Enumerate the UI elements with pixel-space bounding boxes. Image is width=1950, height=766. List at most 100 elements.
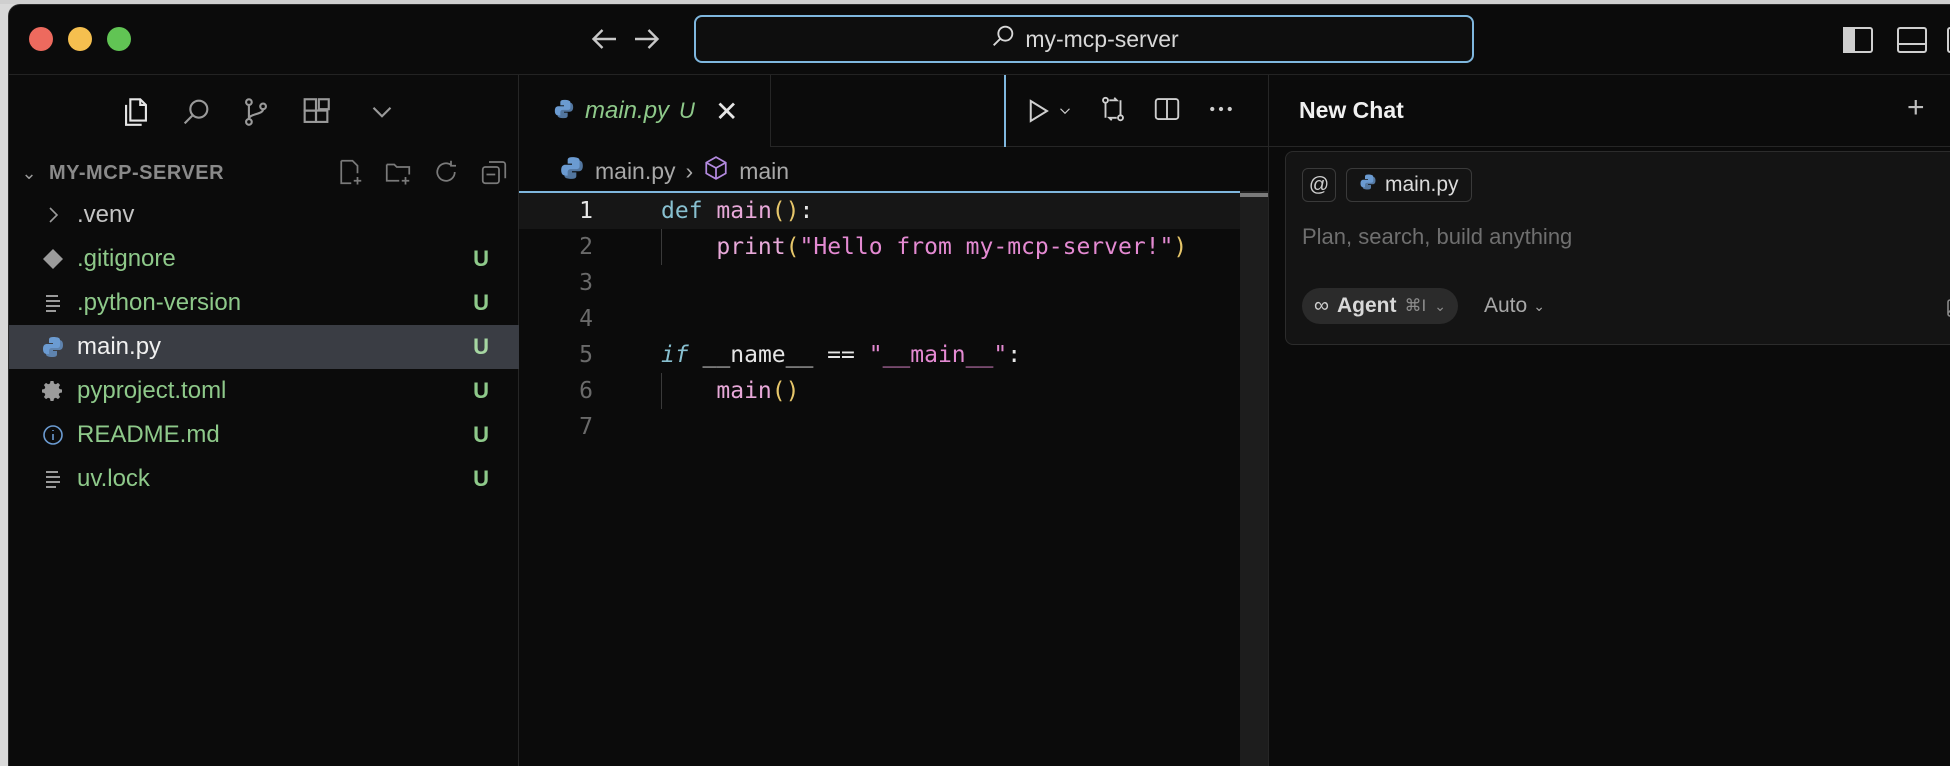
model-selector[interactable]: Auto ⌄ (1484, 288, 1545, 324)
new-folder-icon[interactable] (383, 157, 413, 192)
source-control-icon[interactable] (239, 95, 273, 129)
tree-item-readme[interactable]: README.md U (9, 413, 519, 457)
keyword: if (661, 342, 689, 368)
explorer-header[interactable]: ⌄ MY-MCP-SERVER (9, 153, 519, 193)
editor-scrollbar[interactable] (1240, 191, 1268, 766)
tree-item-uv-lock[interactable]: uv.lock U (9, 457, 519, 501)
chevron-down-icon: ⌄ (21, 162, 37, 183)
code-line-4: 4 (519, 301, 1268, 337)
image-attach-icon[interactable] (1946, 298, 1950, 318)
function-call: print (716, 234, 786, 260)
tree-item-pyproject[interactable]: pyproject.toml U (9, 369, 519, 413)
split-editor-icon[interactable] (1152, 94, 1182, 129)
line-number: 3 (579, 270, 593, 296)
tree-item-main-py[interactable]: main.py U (9, 325, 519, 369)
breadcrumb-file[interactable]: main.py (595, 158, 676, 185)
code-line-7: 7 (519, 409, 1268, 445)
toggle-sidebar-icon[interactable] (1841, 25, 1875, 55)
tab-main-py[interactable]: main.py U ✕ (519, 75, 771, 147)
colon: : (1007, 342, 1022, 368)
scrollbar-thumb[interactable] (1240, 193, 1268, 197)
refresh-icon[interactable] (431, 157, 461, 192)
untracked-badge: U (473, 378, 489, 403)
python-icon (39, 333, 67, 361)
close-window-button[interactable] (29, 27, 53, 51)
line-number: 5 (579, 342, 593, 368)
editor-pane: main.py U ✕ main.py › main 1 def main():… (519, 75, 1269, 766)
python-icon (1359, 173, 1377, 197)
tree-item-venv[interactable]: .venv (9, 193, 519, 237)
tab-label: main.py (585, 97, 670, 124)
back-arrow-icon[interactable] (586, 21, 622, 57)
line-number: 6 (579, 378, 593, 404)
keyword: def (661, 198, 703, 224)
untracked-badge: U (473, 290, 489, 315)
mention-button[interactable]: @ (1302, 168, 1336, 202)
python-icon (559, 155, 585, 187)
file-tree: .venv .gitignore U .python-version U mai… (9, 193, 519, 501)
toggle-panel-icon[interactable] (1895, 25, 1929, 55)
minimize-window-button[interactable] (68, 27, 92, 51)
lines-icon (39, 289, 67, 317)
toggle-secondary-sidebar-icon[interactable] (1945, 25, 1950, 55)
info-icon (39, 421, 67, 449)
tree-item-label: .venv (77, 201, 135, 228)
agent-mode-label: Agent (1336, 294, 1397, 317)
model-label: Auto (1484, 294, 1528, 317)
code-line-3: 3 (519, 265, 1268, 301)
function-call: main (716, 378, 772, 404)
code-line-5: 5 if __name__ == "__main__": (519, 337, 1268, 373)
tree-item-label: pyproject.toml (77, 377, 227, 404)
title-bar: my-mcp-server (9, 5, 1950, 75)
new-chat-button[interactable]: + (1907, 91, 1925, 125)
string-literal: "__main__" (868, 342, 1008, 368)
editor-tab-bar: main.py U ✕ (519, 75, 1268, 147)
chevron-down-icon[interactable] (365, 95, 399, 129)
parens: () (771, 378, 800, 404)
gear-icon (39, 377, 67, 405)
code-editor[interactable]: 1 def main(): 2 print("Hello from my-mcp… (519, 191, 1268, 445)
forward-arrow-icon[interactable] (629, 21, 665, 57)
untracked-badge: U (473, 422, 489, 447)
line-number: 2 (579, 234, 593, 260)
context-file-chip[interactable]: main.py (1346, 168, 1472, 202)
search-icon[interactable] (179, 95, 213, 129)
editor-actions (1004, 75, 1269, 147)
tree-item-label: main.py (77, 333, 162, 360)
line-number: 4 (579, 306, 593, 332)
paren: ( (785, 234, 800, 260)
function-name: main (716, 198, 772, 224)
collapse-all-icon[interactable] (479, 157, 509, 192)
run-icon[interactable] (1022, 96, 1074, 126)
command-center-search[interactable]: my-mcp-server (694, 15, 1474, 63)
tree-item-gitignore[interactable]: .gitignore U (9, 237, 519, 281)
line-number: 7 (579, 414, 593, 440)
chevron-right-icon: › (685, 157, 694, 184)
tree-item-label: README.md (77, 421, 220, 448)
compare-changes-icon[interactable] (1098, 94, 1128, 129)
breadcrumb: main.py › main (559, 153, 789, 189)
chevron-right-icon (39, 201, 67, 229)
chevron-down-icon: ⌄ (1434, 297, 1446, 314)
tree-item-python-version[interactable]: .python-version U (9, 281, 519, 325)
maximize-window-button[interactable] (107, 27, 131, 51)
close-tab-icon[interactable]: ✕ (715, 95, 738, 128)
colon: : (799, 198, 814, 224)
chat-input-placeholder[interactable]: Plan, search, build anything (1302, 224, 1572, 250)
tree-item-label: .python-version (77, 289, 242, 316)
untracked-badge: U (473, 466, 489, 491)
chat-title: New Chat (1299, 97, 1404, 123)
untracked-badge: U (473, 246, 489, 271)
more-actions-icon[interactable] (1206, 94, 1236, 129)
line-number: 1 (579, 198, 593, 224)
breadcrumb-symbol[interactable]: main (739, 158, 789, 185)
command-center-text: my-mcp-server (1025, 25, 1179, 52)
infinity-icon: ∞ (1314, 294, 1329, 317)
agent-mode-selector[interactable]: ∞ Agent ⌘I ⌄ (1302, 288, 1458, 324)
new-file-icon[interactable] (335, 157, 365, 192)
extensions-icon[interactable] (299, 95, 333, 129)
tree-item-label: uv.lock (77, 465, 150, 492)
explorer-folder-title: MY-MCP-SERVER (49, 161, 225, 184)
explorer-files-icon[interactable] (119, 95, 153, 129)
chat-input-box[interactable]: @ main.py Plan, search, build anything ∞… (1285, 151, 1950, 345)
